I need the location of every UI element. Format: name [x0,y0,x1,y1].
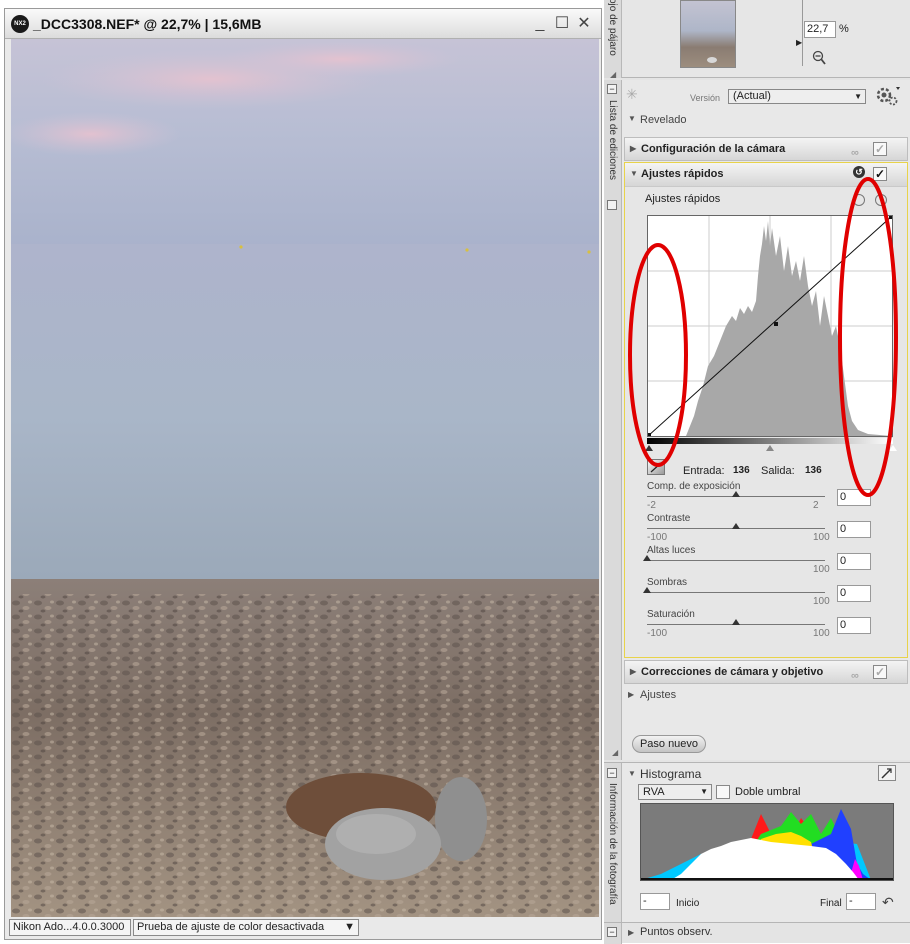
color-proof-label: Prueba de ajuste de color desactivada [137,921,325,933]
image-title: _DCC3308.NEF* @ 22,7% | 15,6MB [33,16,262,32]
photo-canvas[interactable] [11,39,599,917]
nx2-logo-icon: NX2 [11,15,29,33]
dropdown-arrow-icon: ▼ [344,921,355,933]
maximize-button[interactable]: ☐ [553,15,571,33]
close-button[interactable]: ✕ [575,15,593,33]
image-window: NX2 _DCC3308.NEF* @ 22,7% | 15,6MB _ ☐ ✕ [4,8,602,940]
highlight-annotations [628,177,898,497]
minimize-button[interactable]: _ [531,15,549,33]
highlight-circle-left [628,243,688,467]
image-statusbar: Nikon Ado...4.0.0.3000 Prueba de ajuste … [9,919,599,937]
right-panel: ojo de pájaro ◢ ▶ 22,7 % − Lista de edic… [604,0,910,944]
highlight-circle-right [838,177,898,497]
app-version-status: Nikon Ado...4.0.0.3000 [9,919,131,936]
color-proof-dropdown[interactable]: Prueba de ajuste de color desactivada ▼ [133,919,359,936]
image-titlebar[interactable]: NX2 _DCC3308.NEF* @ 22,7% | 15,6MB _ ☐ ✕ [5,9,601,39]
beach-photo [11,39,599,917]
